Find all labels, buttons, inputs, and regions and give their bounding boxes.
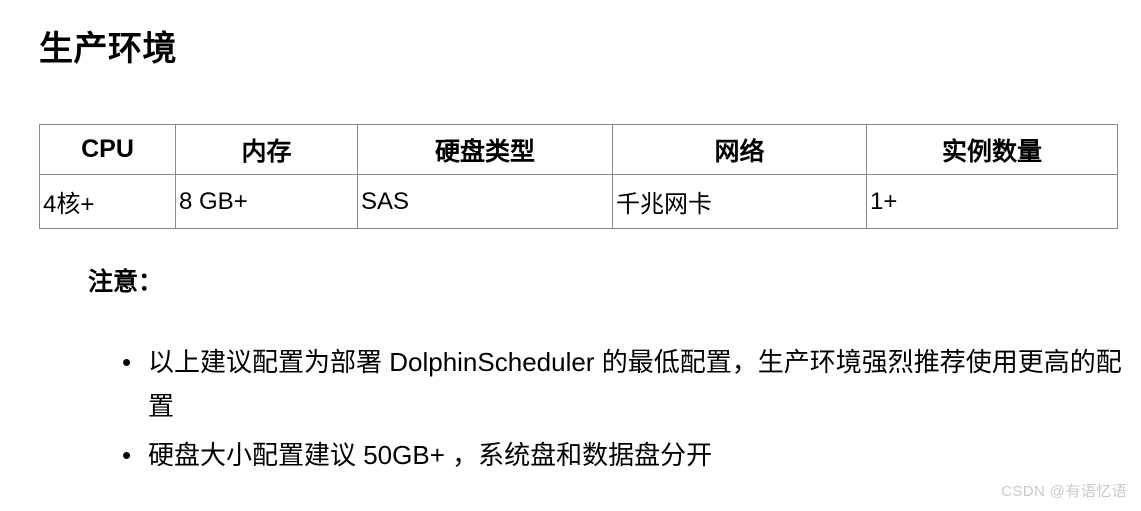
requirements-table: CPU 内存 硬盘类型 网络 实例数量 4核+ 8 GB+ SAS 千兆网卡 1… — [39, 124, 1118, 229]
table-header-disk-type: 硬盘类型 — [357, 124, 613, 175]
table-header-cpu: CPU — [39, 124, 176, 175]
document-page: 生产环境 CPU 内存 硬盘类型 网络 实例数量 4核+ 8 GB+ SAS 千… — [0, 0, 1141, 511]
table-header-network: 网络 — [612, 124, 867, 175]
table-cell-cpu: 4核+ — [39, 174, 176, 229]
watermark: CSDN @有语忆语 — [1001, 483, 1127, 500]
table-row: 4核+ 8 GB+ SAS 千兆网卡 1+ — [39, 174, 1118, 229]
bullet-icon: • — [122, 347, 132, 377]
page-title: 生产环境 — [39, 30, 177, 68]
table-header-row: CPU 内存 硬盘类型 网络 实例数量 — [39, 124, 1118, 175]
table-header-instance-count: 实例数量 — [866, 124, 1118, 175]
table-cell-instance-count: 1+ — [866, 174, 1118, 229]
table-cell-network: 千兆网卡 — [612, 174, 867, 229]
list-item-text: 以上建议配置为部署 DolphinScheduler 的最低配置，生产环境强烈推… — [148, 347, 1122, 421]
bullet-icon: • — [122, 440, 132, 470]
list-item: • 硬盘大小配置建议 50GB+ ，系统盘和数据盘分开 — [122, 433, 1128, 477]
list-item-text: 硬盘大小配置建议 50GB+ ，系统盘和数据盘分开 — [148, 440, 713, 470]
table-cell-disk-type: SAS — [357, 174, 613, 229]
notes-list: • 以上建议配置为部署 DolphinScheduler 的最低配置，生产环境强… — [108, 340, 1128, 482]
list-item: • 以上建议配置为部署 DolphinScheduler 的最低配置，生产环境强… — [122, 340, 1128, 428]
notes-heading: 注意： — [88, 268, 164, 296]
table-cell-memory: 8 GB+ — [175, 174, 358, 229]
table-header-memory: 内存 — [175, 124, 358, 175]
